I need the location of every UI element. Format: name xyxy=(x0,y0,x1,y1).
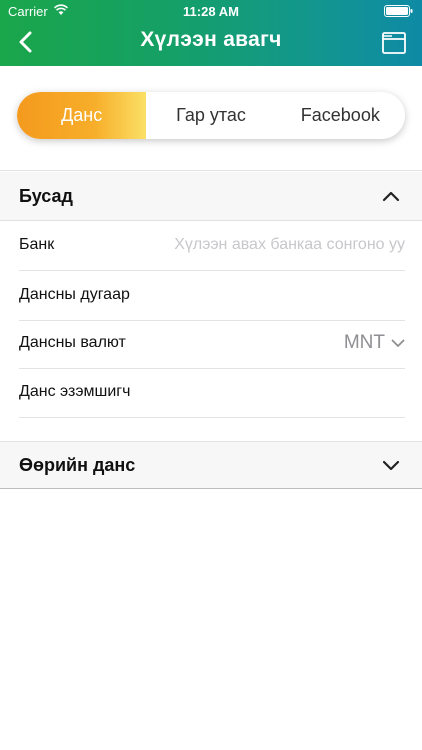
section-header-own-account[interactable]: Өөрийн данс xyxy=(0,441,422,489)
folder-icon[interactable] xyxy=(382,32,406,54)
currency-value[interactable]: MNT xyxy=(344,332,385,354)
account-number-label: Дансны дугаар xyxy=(19,286,130,303)
account-number-row[interactable]: Дансны дугаар xyxy=(19,271,405,321)
status-time: 11:28 AM xyxy=(183,4,239,19)
section-title: Бусад xyxy=(19,186,73,206)
chevron-down-icon xyxy=(382,460,400,471)
account-holder-label: Данс эзэмшигч xyxy=(19,383,131,400)
currency-label: Дансны валют xyxy=(19,334,126,351)
battery-icon xyxy=(384,5,413,17)
segment-phone[interactable]: Гар утас xyxy=(146,92,275,139)
recipient-type-segment: Данс Гар утас Facebook xyxy=(17,92,405,139)
account-holder-row[interactable]: Данс эзэмшигч xyxy=(19,368,405,418)
bank-row[interactable]: Банк Хүлээн авах банкаа сонгоно уу xyxy=(19,221,405,271)
segment-account[interactable]: Данс xyxy=(17,92,147,139)
status-bar: Carrier 11:28 AM xyxy=(0,0,422,22)
chevron-up-icon xyxy=(382,191,400,202)
section-title: Өөрийн данс xyxy=(19,455,136,475)
section-header-other[interactable]: Бусад xyxy=(0,172,422,221)
bank-select-placeholder[interactable]: Хүлээн авах банкаа сонгоно уу xyxy=(174,236,405,254)
chevron-down-icon[interactable] xyxy=(391,339,405,348)
nav-header: Carrier 11:28 AM Хүлээн авагч xyxy=(0,0,422,66)
currency-row[interactable]: Дансны валют MNT xyxy=(19,319,405,369)
page-title: Хүлээн авагч xyxy=(140,28,282,51)
segment-facebook[interactable]: Facebook xyxy=(276,92,405,139)
divider xyxy=(0,170,422,171)
bank-label: Банк xyxy=(19,236,55,253)
